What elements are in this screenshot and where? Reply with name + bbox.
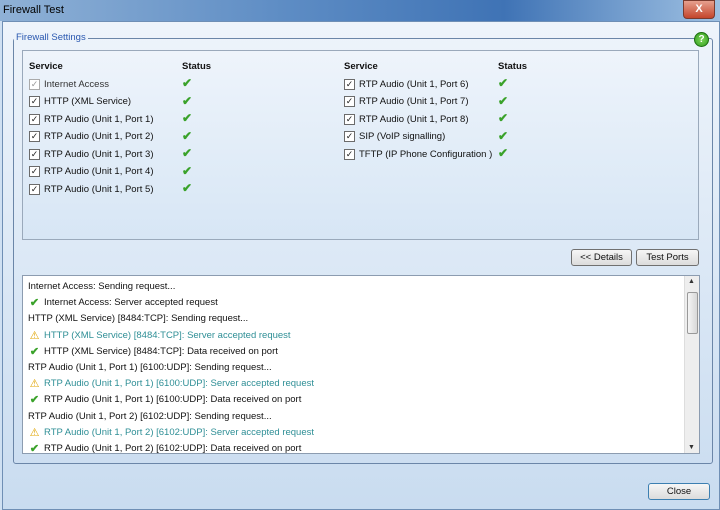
details-button[interactable]: << Details: [571, 249, 632, 266]
log-scrollbar[interactable]: ▲ ▼: [684, 276, 699, 453]
group-legend: Firewall Settings: [14, 32, 88, 43]
log-text: RTP Audio (Unit 1, Port 1) [6100:UDP]: S…: [28, 362, 272, 373]
status-check-icon: ✔: [182, 146, 193, 160]
log-text: RTP Audio (Unit 1, Port 2) [6102:UDP]: S…: [28, 410, 272, 422]
log-text: RTP Audio (Unit 1, Port 1) [6100:UDP]: S…: [44, 378, 315, 390]
warning-icon: ⚠: [29, 426, 40, 439]
log-entry: ✔ RTP Audio (Unit 1, Port 2) [6102:UDP]: …: [28, 441, 302, 454]
log-text: HTTP (XML Service) [8484:TCP]: Server ac…: [44, 329, 291, 341]
service-label: TFTP (IP Phone Configuration ): [359, 148, 493, 160]
scroll-down-icon[interactable]: ▼: [688, 444, 695, 451]
service-label: Internet Access: [44, 78, 109, 90]
service-checkbox[interactable]: ✓: [29, 131, 40, 142]
service-header: Service: [29, 61, 63, 72]
service-row: ✓ RTP Audio (Unit 1, Port 3): [29, 147, 153, 161]
services-grid: Service Status Service Status ✓ Internet …: [22, 50, 699, 240]
service-row: ✓ RTP Audio (Unit 1, Port 7): [344, 95, 468, 109]
check-icon: ✔: [29, 297, 40, 310]
log-entry: Internet Access: Sending request...: [28, 279, 175, 294]
service-row: ✓ RTP Audio (Unit 1, Port 6): [344, 77, 468, 91]
status-check-icon: ✔: [182, 93, 193, 108]
service-row: ✓ Internet Access: [29, 77, 109, 91]
service-row: ✓ RTP Audio (Unit 1, Port 2): [29, 130, 153, 144]
status-check-icon: ✔: [498, 76, 509, 90]
log-text: HTTP (XML Service) [8484:TCP]: Sending r…: [28, 313, 249, 325]
status-check-icon: ✔: [498, 111, 509, 125]
status-check-icon: ✔: [182, 163, 193, 178]
status-check-icon: ✔: [498, 128, 509, 143]
service-checkbox[interactable]: ✓: [344, 131, 355, 142]
log-entry: ⚠ RTP Audio (Unit 1, Port 2) [6102:UDP]: …: [28, 425, 314, 440]
status-check-icon: ✔: [182, 76, 193, 90]
service-checkbox[interactable]: ✓: [29, 183, 40, 195]
service-checkbox[interactable]: ✓: [344, 113, 355, 125]
help-icon[interactable]: ?: [694, 32, 709, 47]
status-header: Status: [498, 61, 528, 72]
service-checkbox[interactable]: ✓: [29, 166, 40, 177]
service-header: Service: [344, 61, 378, 72]
service-label: RTP Audio (Unit 1, Port 4): [44, 166, 154, 177]
log-text: Internet Access: Server accepted request: [44, 297, 218, 309]
warning-icon: ⚠: [29, 378, 40, 391]
log-entry: ✔ RTP Audio (Unit 1, Port 1) [6100:UDP]: …: [28, 392, 301, 407]
scroll-thumb[interactable]: [687, 292, 698, 334]
service-checkbox[interactable]: ✓: [344, 78, 355, 90]
service-label: RTP Audio (Unit 1, Port 7): [359, 96, 469, 107]
check-icon: ✔: [29, 443, 40, 454]
service-row: ✓ RTP Audio (Unit 1, Port 5): [29, 182, 153, 196]
status-check-icon: ✔: [182, 181, 193, 195]
test-ports-button[interactable]: Test Ports: [636, 249, 699, 266]
service-row: ✓ SIP (VoIP signalling): [344, 130, 445, 144]
log-text: Internet Access: Sending request...: [28, 281, 176, 292]
window-close-button[interactable]: X: [683, 0, 715, 19]
service-label: RTP Audio (Unit 1, Port 5): [44, 183, 154, 195]
log-entry: RTP Audio (Unit 1, Port 2) [6102:UDP]: S…: [28, 409, 272, 424]
title-bar: Firewall Test X: [0, 0, 720, 21]
service-row: ✓ RTP Audio (Unit 1, Port 4): [29, 165, 153, 179]
status-check-icon: ✔: [498, 93, 509, 108]
status-check-icon: ✔: [182, 128, 193, 143]
status-check-icon: ✔: [498, 146, 509, 160]
service-checkbox: ✓: [29, 78, 40, 90]
service-label: RTP Audio (Unit 1, Port 8): [359, 113, 469, 125]
service-checkbox[interactable]: ✓: [29, 113, 40, 125]
scroll-up-icon[interactable]: ▲: [688, 278, 695, 285]
window-title: Firewall Test: [3, 4, 64, 16]
log-entry: ⚠ RTP Audio (Unit 1, Port 1) [6100:UDP]: …: [28, 376, 314, 391]
status-check-icon: ✔: [182, 111, 193, 125]
service-checkbox[interactable]: ✓: [29, 96, 40, 107]
log-entry: ✔ Internet Access: Server accepted reques…: [28, 295, 218, 310]
service-label: HTTP (XML Service): [44, 96, 132, 107]
service-label: RTP Audio (Unit 1, Port 2): [44, 131, 154, 142]
check-icon: ✔: [29, 394, 40, 407]
service-label: RTP Audio (Unit 1, Port 6): [359, 78, 469, 90]
service-row: ✓ TFTP (IP Phone Configuration ): [344, 147, 492, 161]
check-icon: ✔: [29, 345, 40, 358]
log-entry: HTTP (XML Service) [8484:TCP]: Sending r…: [28, 311, 248, 326]
warning-icon: ⚠: [29, 329, 40, 342]
log-entry: ⚠ HTTP (XML Service) [8484:TCP]: Server a…: [28, 328, 291, 343]
service-row: ✓ RTP Audio (Unit 1, Port 1): [29, 112, 153, 126]
service-label: RTP Audio (Unit 1, Port 1): [44, 113, 154, 125]
log-text: RTP Audio (Unit 1, Port 2) [6102:UDP]: D…: [44, 443, 302, 454]
log-list: Internet Access: Sending request... ✔ Inte…: [22, 275, 700, 454]
service-checkbox[interactable]: ✓: [344, 148, 355, 160]
service-row: ✓ RTP Audio (Unit 1, Port 8): [344, 112, 468, 126]
log-entry: ✔ HTTP (XML Service) [8484:TCP]: Data rec…: [28, 344, 278, 359]
status-header: Status: [182, 61, 212, 72]
service-row: ✓ HTTP (XML Service): [29, 95, 131, 109]
service-label: RTP Audio (Unit 1, Port 3): [44, 148, 154, 160]
log-entry: RTP Audio (Unit 1, Port 1) [6100:UDP]: S…: [28, 360, 272, 375]
log-text: RTP Audio (Unit 1, Port 2) [6102:UDP]: S…: [44, 426, 315, 438]
log-text: HTTP (XML Service) [8484:TCP]: Data rece…: [44, 345, 278, 357]
service-checkbox[interactable]: ✓: [29, 148, 40, 160]
log-text: RTP Audio (Unit 1, Port 1) [6100:UDP]: D…: [44, 394, 302, 406]
service-checkbox[interactable]: ✓: [344, 96, 355, 107]
service-label: SIP (VoIP signalling): [359, 131, 446, 142]
close-button[interactable]: Close: [648, 483, 710, 500]
